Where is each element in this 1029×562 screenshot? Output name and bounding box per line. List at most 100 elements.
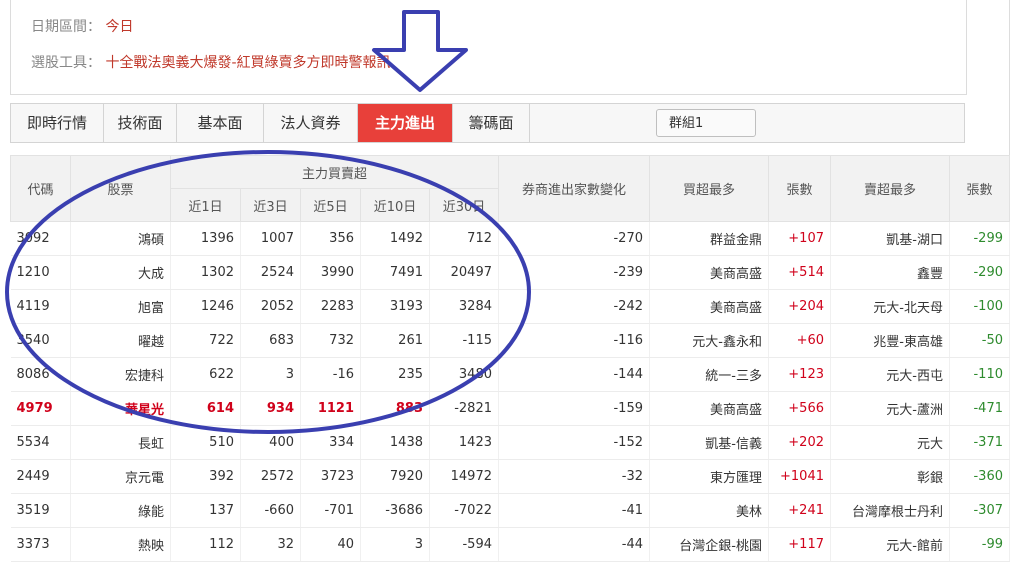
row-stock-name[interactable]: 華星光 (70, 391, 171, 426)
header-stock[interactable]: 股票 (70, 155, 171, 222)
row-broker-change: -239 (498, 255, 650, 290)
table-row[interactable]: 4979 華星光 614 934 1121 883 -2821 -159 美商高盛 +566 元大-… (10, 391, 1010, 426)
filter-panel: 日期區間： 今日 選股工具： 十全戰法奧義大爆發-紅買綠賣多方即時警報訊 (10, 0, 967, 95)
header-buy-lots[interactable]: 張數 (768, 155, 831, 222)
row-code[interactable]: 4119 (10, 289, 71, 324)
row-stock-name[interactable]: 旭富 (70, 289, 171, 324)
row-1d: 112 (170, 527, 241, 562)
header-top-seller[interactable]: 賣超最多 (830, 155, 950, 222)
date-range-value[interactable]: 今日 (105, 19, 133, 35)
row-stock-name[interactable]: 曜越 (70, 323, 171, 358)
row-top-buyer: 群益金鼎 (649, 221, 769, 256)
header-sell-lots[interactable]: 張數 (949, 155, 1010, 222)
row-top-buyer: 台灣企銀-桃園 (649, 527, 769, 562)
row-30d: -2821 (429, 391, 499, 426)
row-3d: 400 (240, 425, 301, 460)
row-stock-name[interactable]: 鴻碩 (70, 221, 171, 256)
row-stock-name[interactable]: 熱映 (70, 527, 171, 562)
row-top-buyer: 統一-三多 (649, 357, 769, 392)
row-stock-name[interactable]: 宏捷科 (70, 357, 171, 392)
row-10d: 1438 (360, 425, 430, 460)
strategy-label: 選股工具： (31, 55, 101, 71)
tab-main-force[interactable]: 主力進出 (358, 104, 453, 142)
header-broker-change[interactable]: 券商進出家數變化 (498, 155, 650, 222)
header-top-buyer[interactable]: 買超最多 (649, 155, 769, 222)
row-code[interactable]: 3519 (10, 493, 71, 528)
row-3d: 683 (240, 323, 301, 358)
row-broker-change: -144 (498, 357, 650, 392)
row-broker-change: -159 (498, 391, 650, 426)
strategy-row: 選股工具： 十全戰法奧義大爆發-紅買綠賣多方即時警報訊 (31, 52, 391, 72)
group-select[interactable]: 群組1 (656, 109, 756, 137)
header-10d[interactable]: 近10日 (360, 188, 430, 222)
table-row[interactable]: 2449 京元電 392 2572 3723 7920 14972 -32 東方匯理 +1041 彰… (10, 459, 1010, 494)
row-stock-name[interactable]: 綠能 (70, 493, 171, 528)
row-code[interactable]: 2449 (10, 459, 71, 494)
row-stock-name[interactable]: 京元電 (70, 459, 171, 494)
row-broker-change: -44 (498, 527, 650, 562)
row-3d: -660 (240, 493, 301, 528)
header-code[interactable]: 代碼 (10, 155, 71, 222)
row-10d: -3686 (360, 493, 430, 528)
row-broker-change: -242 (498, 289, 650, 324)
row-code[interactable]: 3373 (10, 527, 71, 562)
header-1d[interactable]: 近1日 (170, 188, 241, 222)
row-stock-name[interactable]: 長虹 (70, 425, 171, 460)
table-row[interactable]: 1210 大成 1302 2524 3990 7491 20497 -239 美商高盛 +514 鑫… (10, 255, 1010, 290)
row-code[interactable]: 3092 (10, 221, 71, 256)
row-10d: 235 (360, 357, 430, 392)
row-3d: 3 (240, 357, 301, 392)
row-3d: 32 (240, 527, 301, 562)
tab-technical[interactable]: 技術面 (104, 104, 177, 142)
date-range-label: 日期區間： (31, 19, 101, 35)
table-row[interactable]: 4119 旭富 1246 2052 2283 3193 3284 -242 美商高盛 +204 元大… (10, 289, 1010, 324)
row-code[interactable]: 3540 (10, 323, 71, 358)
row-sell-lots: -371 (949, 425, 1010, 460)
row-top-seller: 彰銀 (830, 459, 950, 494)
row-1d: 1246 (170, 289, 241, 324)
table-row[interactable]: 3373 熱映 112 32 40 3 -594 -44 台灣企銀-桃園 +117 元大-館前 -99 (10, 527, 1010, 562)
row-top-seller: 鑫豐 (830, 255, 950, 290)
date-range-row: 日期區間： 今日 (31, 16, 133, 36)
tab-fundamental[interactable]: 基本面 (177, 104, 264, 142)
table-row[interactable]: 3519 綠能 137 -660 -701 -3686 -7022 -41 美林 +241 台灣摩根… (10, 493, 1010, 528)
row-30d: -7022 (429, 493, 499, 528)
row-1d: 722 (170, 323, 241, 358)
row-sell-lots: -100 (949, 289, 1010, 324)
row-3d: 934 (240, 391, 301, 426)
row-top-seller: 元大-蘆洲 (830, 391, 950, 426)
row-broker-change: -32 (498, 459, 650, 494)
tab-institutional[interactable]: 法人資券 (264, 104, 358, 142)
row-top-buyer: 東方匯理 (649, 459, 769, 494)
row-buy-lots: +202 (768, 425, 831, 460)
row-code[interactable]: 8086 (10, 357, 71, 392)
header-30d[interactable]: 近30日 (429, 188, 499, 222)
row-buy-lots: +117 (768, 527, 831, 562)
row-3d: 2524 (240, 255, 301, 290)
row-30d: -594 (429, 527, 499, 562)
tab-realtime[interactable]: 即時行情 (11, 104, 104, 142)
row-10d: 261 (360, 323, 430, 358)
row-buy-lots: +566 (768, 391, 831, 426)
row-buy-lots: +514 (768, 255, 831, 290)
row-5d: -16 (300, 357, 361, 392)
row-top-seller: 元大-西屯 (830, 357, 950, 392)
row-code[interactable]: 5534 (10, 425, 71, 460)
row-code[interactable]: 1210 (10, 255, 71, 290)
row-top-buyer: 美商高盛 (649, 289, 769, 324)
row-code[interactable]: 4979 (10, 391, 71, 426)
table-row[interactable]: 5534 長虹 510 400 334 1438 1423 -152 凱基-信義 +202 元大 -3… (10, 425, 1010, 460)
row-5d: 732 (300, 323, 361, 358)
header-5d[interactable]: 近5日 (300, 188, 361, 222)
row-buy-lots: +107 (768, 221, 831, 256)
strategy-value[interactable]: 十全戰法奧義大爆發-紅買綠賣多方即時警報訊 (105, 55, 390, 71)
header-3d[interactable]: 近3日 (240, 188, 301, 222)
tab-chips[interactable]: 籌碼面 (453, 104, 530, 142)
row-sell-lots: -290 (949, 255, 1010, 290)
row-stock-name[interactable]: 大成 (70, 255, 171, 290)
table-row[interactable]: 3092 鴻碩 1396 1007 356 1492 712 -270 群益金鼎 +107 凱基-湖… (10, 221, 1010, 256)
table-row[interactable]: 3540 曜越 722 683 732 261 -115 -116 元大-鑫永和 +60 兆豐-東高… (10, 323, 1010, 358)
row-5d: 40 (300, 527, 361, 562)
table-row[interactable]: 8086 宏捷科 622 3 -16 235 3480 -144 統一-三多 +123 元大-西屯 -… (10, 357, 1010, 392)
row-1d: 1396 (170, 221, 241, 256)
